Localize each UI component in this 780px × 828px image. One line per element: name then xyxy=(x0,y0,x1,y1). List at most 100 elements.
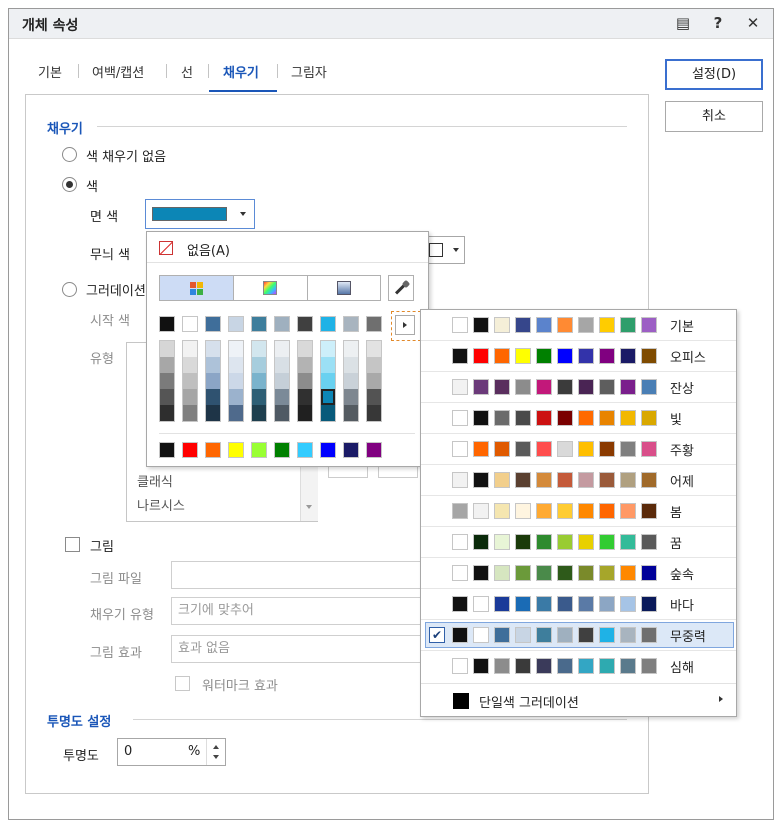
shade-swatch[interactable] xyxy=(321,341,335,357)
shade-swatch[interactable] xyxy=(275,373,289,389)
theme-row[interactable]: 어제 xyxy=(421,465,736,496)
standard-color-swatch[interactable] xyxy=(182,442,198,458)
theme-row[interactable]: 심해 xyxy=(421,651,736,682)
shade-swatch[interactable] xyxy=(252,357,266,373)
shade-swatch[interactable] xyxy=(252,341,266,357)
picture-checkbox[interactable] xyxy=(65,537,80,552)
shade-swatch[interactable] xyxy=(344,389,358,405)
shade-swatch[interactable] xyxy=(183,373,197,389)
transparency-value[interactable]: 0 xyxy=(124,744,132,759)
shade-swatch[interactable] xyxy=(298,341,312,357)
shade-swatch[interactable] xyxy=(160,373,174,389)
shade-swatch[interactable] xyxy=(344,357,358,373)
shade-swatch[interactable] xyxy=(298,389,312,405)
picture-effect-select[interactable]: 효과 없음 xyxy=(171,635,421,663)
ok-button[interactable]: 설정(D) xyxy=(665,59,763,90)
cancel-button[interactable]: 취소 xyxy=(665,101,763,132)
theme-row[interactable]: 기본 xyxy=(421,310,736,341)
spinner-buttons[interactable] xyxy=(206,739,225,765)
tab-fill[interactable]: 채우기 xyxy=(223,62,259,81)
scroll-down-icon[interactable] xyxy=(306,505,312,509)
color-swatch[interactable] xyxy=(320,316,336,332)
color-swatch[interactable] xyxy=(274,316,290,332)
palette-grid-tab[interactable] xyxy=(160,276,234,300)
shade-swatch[interactable] xyxy=(252,389,266,405)
memo-icon[interactable]: ▤ xyxy=(672,12,694,34)
shade-swatch[interactable] xyxy=(275,341,289,357)
shade-swatch[interactable] xyxy=(160,357,174,373)
shade-swatch[interactable] xyxy=(252,373,266,389)
transparency-spinner[interactable]: 0 % xyxy=(117,738,226,766)
list-item[interactable]: 나르시스 xyxy=(137,495,185,514)
color-swatch[interactable] xyxy=(297,316,313,332)
shade-swatch[interactable] xyxy=(206,405,220,421)
spin-down-icon[interactable] xyxy=(213,755,219,759)
shade-swatch[interactable] xyxy=(367,373,381,389)
standard-color-swatch[interactable] xyxy=(366,442,382,458)
close-icon[interactable]: ✕ xyxy=(742,12,764,34)
standard-color-swatch[interactable] xyxy=(320,442,336,458)
color-swatch[interactable] xyxy=(205,316,221,332)
color-swatch[interactable] xyxy=(228,316,244,332)
shade-swatch[interactable] xyxy=(321,405,335,421)
shade-swatch[interactable] xyxy=(206,389,220,405)
shade-swatch[interactable] xyxy=(298,357,312,373)
color-fill-radio[interactable] xyxy=(62,177,77,192)
shade-swatch[interactable] xyxy=(321,357,335,373)
shade-swatch[interactable] xyxy=(344,373,358,389)
theme-row[interactable]: 바다 xyxy=(421,589,736,620)
standard-color-swatch[interactable] xyxy=(159,442,175,458)
shade-swatch[interactable] xyxy=(367,405,381,421)
shade-swatch[interactable] xyxy=(275,357,289,373)
shade-swatch[interactable] xyxy=(321,373,335,389)
color-swatch[interactable] xyxy=(159,316,175,332)
color-swatch[interactable] xyxy=(182,316,198,332)
shade-swatch[interactable] xyxy=(344,405,358,421)
theme-row[interactable]: 봄 xyxy=(421,496,736,527)
palette-spectrum-tab[interactable] xyxy=(234,276,308,300)
gradient-menu-item[interactable]: 단일색 그러데이션 xyxy=(421,686,736,714)
list-item[interactable]: 클래식 xyxy=(137,471,173,490)
standard-color-swatch[interactable] xyxy=(205,442,221,458)
face-color-picker[interactable] xyxy=(145,199,255,229)
tab-shadow[interactable]: 그림자 xyxy=(291,62,327,81)
no-color-option[interactable]: 없음(A) xyxy=(187,240,230,259)
shade-swatch[interactable] xyxy=(206,341,220,357)
shade-swatch[interactable] xyxy=(183,341,197,357)
gradient-radio[interactable] xyxy=(62,282,77,297)
standard-color-swatch[interactable] xyxy=(251,442,267,458)
fill-type-select[interactable]: 크기에 맞추어 xyxy=(171,597,421,625)
theme-row[interactable]: 주황 xyxy=(421,434,736,465)
shade-swatch[interactable] xyxy=(275,389,289,405)
picture-file-input[interactable] xyxy=(171,561,421,589)
shade-swatch[interactable] xyxy=(160,405,174,421)
shade-swatch[interactable] xyxy=(229,389,243,405)
shade-swatch[interactable] xyxy=(183,405,197,421)
spin-up-icon[interactable] xyxy=(213,745,219,749)
shade-swatch[interactable] xyxy=(206,357,220,373)
tab-line[interactable]: 선 xyxy=(181,62,193,81)
shade-swatch[interactable] xyxy=(321,389,335,405)
shade-swatch[interactable] xyxy=(229,373,243,389)
shade-swatch[interactable] xyxy=(275,405,289,421)
shade-swatch[interactable] xyxy=(367,357,381,373)
shade-swatch[interactable] xyxy=(160,389,174,405)
theme-row[interactable]: 숲속 xyxy=(421,558,736,589)
shade-swatch[interactable] xyxy=(252,405,266,421)
shade-swatch[interactable] xyxy=(298,373,312,389)
palette-image-tab[interactable] xyxy=(308,276,381,300)
shade-swatch[interactable] xyxy=(229,341,243,357)
theme-row[interactable]: 잔상 xyxy=(421,372,736,403)
theme-row[interactable]: 꿈 xyxy=(421,527,736,558)
no-fill-radio[interactable] xyxy=(62,147,77,162)
shade-swatch[interactable] xyxy=(367,341,381,357)
eyedropper-button[interactable] xyxy=(388,275,414,301)
shade-swatch[interactable] xyxy=(367,389,381,405)
shade-swatch[interactable] xyxy=(229,357,243,373)
color-swatch[interactable] xyxy=(251,316,267,332)
shade-swatch[interactable] xyxy=(160,341,174,357)
standard-color-swatch[interactable] xyxy=(274,442,290,458)
shade-swatch[interactable] xyxy=(344,341,358,357)
theme-row[interactable]: 오피스 xyxy=(421,341,736,372)
shade-swatch[interactable] xyxy=(183,389,197,405)
